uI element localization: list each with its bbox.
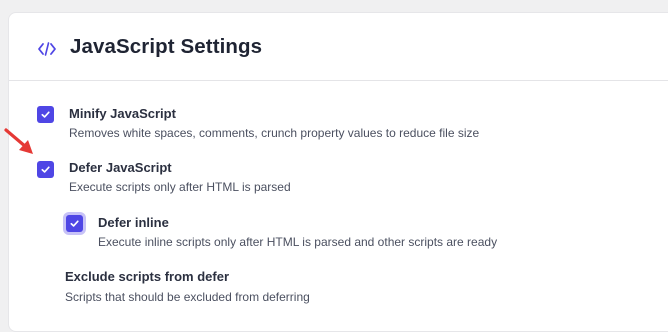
defer-inline-description: Execute inline scripts only after HTML i… bbox=[98, 235, 498, 249]
defer-inline-checkbox[interactable] bbox=[66, 215, 83, 232]
exclude-scripts-description: Scripts that should be excluded from def… bbox=[65, 290, 310, 304]
defer-inline-label: Defer inline bbox=[98, 215, 169, 230]
minify-javascript-checkbox[interactable] bbox=[37, 106, 54, 123]
red-arrow-icon bbox=[4, 128, 33, 154]
defer-javascript-description: Execute scripts only after HTML is parse… bbox=[69, 180, 291, 194]
check-icon bbox=[41, 111, 50, 118]
exclude-scripts-label: Exclude scripts from defer bbox=[65, 269, 229, 284]
minify-javascript-description: Removes white spaces, comments, crunch p… bbox=[69, 126, 480, 140]
defer-javascript-checkbox[interactable] bbox=[37, 161, 54, 178]
check-icon bbox=[41, 166, 50, 173]
code-icon bbox=[38, 42, 56, 56]
card-header: JavaScript Settings bbox=[9, 13, 668, 81]
page-title: JavaScript Settings bbox=[70, 35, 263, 58]
check-icon bbox=[70, 220, 79, 227]
defer-javascript-label: Defer JavaScript bbox=[69, 160, 172, 175]
minify-javascript-label: Minify JavaScript bbox=[69, 106, 176, 121]
